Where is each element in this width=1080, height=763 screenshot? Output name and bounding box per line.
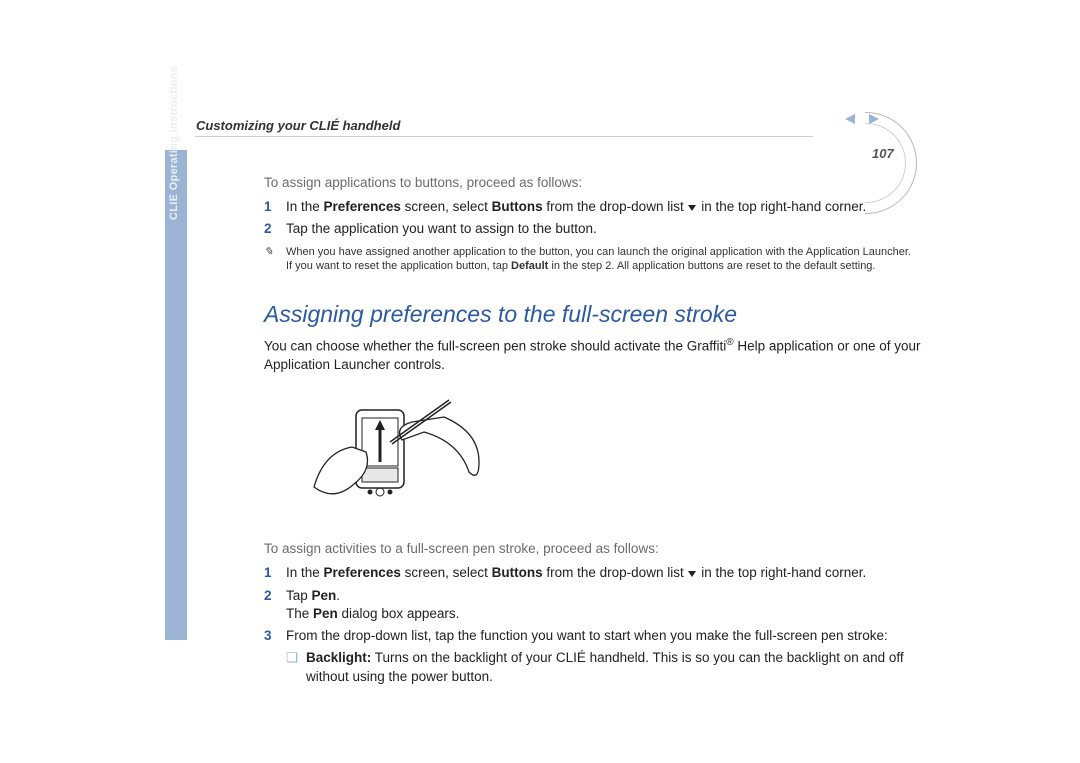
step-text: In the Preferences screen, select Button… (286, 198, 924, 216)
step-number: 1 (264, 198, 286, 216)
sidebar-tab (165, 150, 187, 640)
chapter-title: Customizing your CLIÉ handheld (196, 118, 400, 133)
dropdown-caret-icon (688, 205, 696, 211)
next-page-arrow-icon[interactable] (869, 114, 879, 124)
step-text: Tap the application you want to assign t… (286, 220, 924, 238)
step-row: 1 In the Preferences screen, select Butt… (264, 564, 924, 582)
note-pencil-icon: ✎ (264, 245, 286, 274)
step-text: From the drop-down list, tap the functio… (286, 627, 924, 645)
step-text: In the Preferences screen, select Button… (286, 564, 924, 582)
body-paragraph: You can choose whether the full-screen p… (264, 336, 924, 374)
section2-intro: To assign activities to a full-screen pe… (264, 540, 924, 558)
step-number: 2 (264, 587, 286, 623)
step-row: 3 From the drop-down list, tap the funct… (264, 627, 924, 645)
prev-page-arrow-icon[interactable] (845, 114, 855, 124)
registered-symbol: ® (726, 337, 733, 348)
illustration-hands-stylus (294, 392, 484, 522)
page-number: 107 (872, 146, 894, 161)
sidebar-label: CLIE Operating Instructions (168, 60, 180, 220)
section1-intro: To assign applications to buttons, proce… (264, 174, 924, 192)
bullet-square-icon: ❏ (286, 649, 306, 685)
header-rule (195, 136, 815, 137)
step-row: 1 In the Preferences screen, select Butt… (264, 198, 924, 216)
bullet-item: ❏ Backlight: Turns on the backlight of y… (286, 649, 924, 685)
page-body: To assign applications to buttons, proce… (264, 174, 924, 686)
note-block: ✎ When you have assigned another applica… (264, 245, 924, 274)
step-row: 2 Tap the application you want to assign… (264, 220, 924, 238)
dropdown-caret-icon (688, 571, 696, 577)
step-number: 3 (264, 627, 286, 645)
step-row: 2 Tap Pen. The Pen dialog box appears. (264, 587, 924, 623)
step-number: 2 (264, 220, 286, 238)
note-text: When you have assigned another applicati… (286, 245, 924, 274)
section-heading: Assigning preferences to the full-screen… (264, 299, 924, 330)
bullet-text: Backlight: Turns on the backlight of you… (306, 649, 924, 685)
step-number: 1 (264, 564, 286, 582)
step-text: Tap Pen. The Pen dialog box appears. (286, 587, 924, 623)
